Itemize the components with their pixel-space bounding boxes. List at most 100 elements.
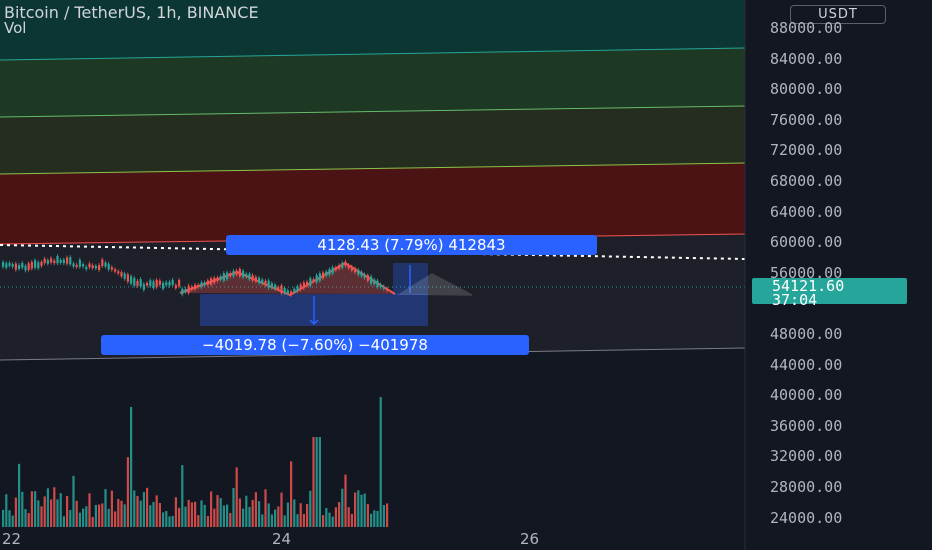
volume-bar: [133, 490, 136, 527]
volume-bar: [174, 497, 177, 527]
candle: [357, 269, 360, 275]
volume-bar: [338, 502, 341, 527]
volume-bar: [280, 492, 283, 527]
volume-bar: [34, 491, 37, 527]
channel-band-olive: [0, 106, 745, 174]
candle: [242, 270, 245, 278]
candle: [110, 267, 113, 270]
candle: [382, 286, 385, 289]
volume-bar: [229, 512, 232, 527]
volume-bar: [30, 491, 33, 527]
candle: [178, 279, 181, 287]
candle: [197, 284, 200, 288]
candle: [219, 276, 222, 280]
volume-bar: [206, 516, 209, 527]
volume-bar: [168, 516, 171, 527]
volume-bar: [85, 506, 88, 527]
candle: [53, 260, 56, 264]
volume-bar: [155, 495, 158, 527]
time-tick: 22: [2, 530, 22, 548]
volume-bar: [50, 499, 53, 527]
volume-bar: [309, 490, 312, 527]
candle: [370, 276, 373, 284]
volume-bar: [178, 507, 181, 527]
candle: [94, 265, 97, 269]
volume-bar: [226, 504, 229, 527]
volume-bar: [24, 509, 27, 527]
candle: [232, 270, 235, 277]
candle: [78, 259, 81, 267]
candle: [155, 280, 158, 288]
volume-bar: [325, 508, 328, 527]
candle: [66, 257, 69, 264]
candle: [184, 288, 187, 292]
candle: [37, 262, 40, 269]
volume-bar: [200, 500, 203, 527]
volume-bar: [82, 508, 85, 527]
candle: [226, 272, 229, 280]
volume-bar: [334, 507, 337, 527]
time-tick: 26: [520, 530, 540, 548]
candle: [50, 258, 53, 263]
volume-bar: [363, 493, 366, 527]
candle: [69, 257, 72, 265]
volume-bar: [101, 503, 104, 527]
candle: [318, 273, 321, 281]
measure-down-label: −4019.78 (−7.60%) −401978: [101, 335, 529, 355]
volume-bar: [142, 492, 145, 527]
volume-bar: [290, 461, 293, 527]
volume-bar: [238, 498, 241, 527]
volume-bar: [235, 467, 238, 527]
volume-bar: [261, 514, 264, 527]
candle: [56, 256, 59, 264]
candle: [126, 274, 129, 282]
candle: [62, 259, 65, 264]
volume-bar: [203, 504, 206, 527]
volume-bar: [347, 507, 350, 527]
price-tick: 32000.00: [770, 447, 843, 466]
volume-bar: [264, 489, 267, 527]
candle: [238, 268, 241, 277]
candle: [251, 275, 254, 281]
volume-bar: [120, 500, 123, 527]
candle: [5, 263, 8, 268]
volume-bar: [232, 488, 235, 527]
volume-bar: [72, 475, 75, 527]
volume-series: [2, 397, 389, 527]
candle: [18, 265, 21, 269]
candle: [2, 262, 5, 267]
volume-bar: [283, 515, 286, 527]
price-tick: 60000.00: [770, 233, 843, 252]
volume-bar: [181, 465, 184, 527]
price-tick: 72000.00: [770, 141, 843, 160]
candle: [152, 281, 155, 289]
symbol-title[interactable]: Bitcoin / TetherUS, 1h, BINANCE: [4, 3, 259, 22]
candle: [190, 286, 193, 290]
candle: [264, 280, 267, 286]
volume-bar: [277, 506, 280, 527]
candle: [34, 260, 37, 268]
candle: [24, 265, 27, 271]
candle: [309, 278, 312, 286]
candle: [248, 273, 251, 280]
candle: [72, 263, 75, 267]
price-tick: 80000.00: [770, 80, 843, 99]
volume-bar: [56, 499, 59, 527]
volume-bar: [149, 505, 152, 527]
candle: [194, 284, 197, 290]
volume-bar: [114, 511, 117, 527]
volume-bar: [190, 502, 193, 527]
candle: [14, 263, 17, 270]
candle: [338, 265, 341, 269]
volume-bar: [315, 437, 318, 527]
candle: [165, 282, 168, 286]
candle: [245, 273, 248, 277]
candle: [203, 282, 206, 286]
candle: [30, 261, 33, 269]
volume-bar: [75, 500, 78, 527]
candle: [27, 263, 30, 270]
volume-indicator-label[interactable]: Vol: [4, 19, 26, 37]
candle: [302, 282, 305, 289]
volume-bar: [258, 501, 261, 527]
volume-bar: [386, 503, 389, 527]
